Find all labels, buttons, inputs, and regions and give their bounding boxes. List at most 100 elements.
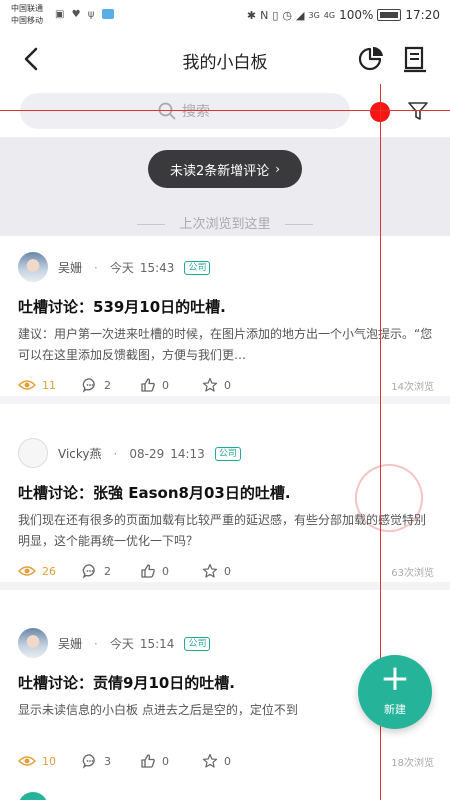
post-meta: 吴姗 · 今天 15:14 公司 bbox=[58, 635, 211, 652]
post-card[interactable]: Vicky燕 · 08-29 14:13 公司 吐槽讨论：张強 Eason8月0… bbox=[0, 422, 450, 590]
post-day: 08-29 bbox=[129, 446, 165, 461]
eye-icon bbox=[18, 566, 36, 576]
views-value: 11 bbox=[42, 378, 56, 392]
unread-pill-label: 未读2条新增评论 bbox=[169, 163, 270, 179]
views-stat: 10 bbox=[18, 755, 82, 768]
thumbs-up-icon bbox=[141, 754, 155, 768]
comment-icon bbox=[82, 378, 95, 393]
company-tag: 公司 bbox=[214, 446, 241, 461]
post-body[interactable]: 建议：用户第一次进来吐槽的时候，在图片添加的地方出一个小气泡提示。“您可以在这里… bbox=[18, 324, 434, 366]
unread-comments-button[interactable]: 未读2条新增评论 › bbox=[148, 150, 302, 188]
star-icon bbox=[202, 753, 218, 768]
clock: 17:20 bbox=[405, 8, 440, 22]
battery-icon bbox=[377, 9, 402, 21]
new-post-label: 新建 bbox=[384, 703, 406, 716]
search-input[interactable]: 搜索 bbox=[20, 93, 350, 129]
like-button[interactable]: 0 bbox=[140, 753, 202, 769]
company-tag: 公司 bbox=[184, 636, 211, 651]
signal-4g-label: 4G bbox=[323, 10, 336, 20]
star-icon bbox=[202, 563, 218, 578]
bluetooth-icon: ✱ bbox=[246, 8, 257, 22]
favorite-button[interactable]: 0 bbox=[202, 753, 262, 769]
post-card[interactable]: 吴姗 · 今天 15:43 公司 吐槽讨论：539月10日的吐槽. 建议：用户第… bbox=[0, 236, 450, 404]
carrier-2: 中国移动 bbox=[11, 16, 43, 25]
carrier-labels: 中国联通 中国移动 bbox=[11, 3, 43, 27]
nav-bar: 我的小白板 bbox=[0, 34, 450, 84]
meta-separator: · bbox=[94, 260, 98, 275]
battery-percent: 100% bbox=[339, 8, 374, 22]
notification-icons: ▣ ♥ ψ bbox=[55, 9, 114, 20]
filter-icon[interactable] bbox=[407, 100, 429, 122]
star-icon bbox=[202, 377, 218, 392]
likes-value: 0 bbox=[162, 378, 169, 392]
like-button[interactable]: 0 bbox=[140, 563, 202, 579]
favorite-button[interactable]: 0 bbox=[202, 377, 262, 393]
author-name[interactable]: Vicky燕 bbox=[58, 445, 102, 462]
comment-button[interactable]: 2 bbox=[82, 563, 140, 579]
status-bar: 中国联通 中国移动 ▣ ♥ ψ ✱ N ▯ ◷ ◢ 3G 4G 100% 17:… bbox=[0, 0, 450, 34]
comment-icon bbox=[82, 754, 95, 769]
post-day: 今天 bbox=[109, 637, 134, 651]
eye-icon bbox=[18, 380, 36, 390]
divider-line-right bbox=[284, 224, 313, 225]
view-count: 14次浏览 bbox=[391, 382, 434, 393]
comments-value: 3 bbox=[104, 754, 111, 768]
usb-icon: ψ bbox=[87, 9, 97, 20]
author-name[interactable]: 吴姗 bbox=[58, 259, 82, 276]
author-name[interactable]: 吴姗 bbox=[58, 635, 82, 652]
likes-value: 0 bbox=[162, 564, 169, 578]
signal-3g-label: 3G bbox=[308, 10, 320, 20]
comment-icon bbox=[82, 564, 95, 579]
eye-icon bbox=[18, 756, 36, 766]
views-value: 10 bbox=[42, 754, 56, 768]
company-tag: 公司 bbox=[184, 260, 211, 275]
favorite-button[interactable]: 0 bbox=[202, 563, 262, 579]
thumbs-up-icon bbox=[141, 378, 155, 392]
next-post-avatar bbox=[18, 792, 48, 800]
avatar[interactable] bbox=[18, 438, 48, 468]
unread-banner: 未读2条新增评论 › 上次浏览到这里 bbox=[0, 138, 450, 236]
meta-separator: · bbox=[94, 636, 98, 651]
avatar[interactable] bbox=[18, 252, 48, 282]
alarm-icon: ◷ bbox=[282, 8, 293, 22]
last-read-label: 上次浏览到这里 bbox=[179, 217, 271, 232]
comment-button[interactable]: 3 bbox=[82, 753, 140, 769]
post-day: 今天 bbox=[109, 261, 134, 275]
views-stat: 11 bbox=[18, 379, 82, 392]
stars-value: 0 bbox=[224, 378, 231, 392]
search-placeholder-group: 搜索 bbox=[158, 101, 210, 121]
post-stats: 10 3 0 0 18次浏览 bbox=[18, 752, 434, 770]
comment-button[interactable]: 2 bbox=[82, 377, 140, 393]
app-notification-icon bbox=[101, 9, 114, 19]
likes-value: 0 bbox=[162, 754, 169, 768]
bus-icon: ▣ bbox=[55, 9, 67, 20]
like-button[interactable]: 0 bbox=[140, 377, 202, 393]
views-value: 26 bbox=[42, 564, 56, 578]
post-title[interactable]: 吐槽讨论：贡倩9月10日的吐槽. bbox=[18, 672, 235, 693]
search-placeholder: 搜索 bbox=[182, 104, 210, 120]
last-read-divider: 上次浏览到这里 bbox=[0, 213, 450, 232]
post-meta: 吴姗 · 今天 15:43 公司 bbox=[58, 259, 211, 276]
views-stat: 26 bbox=[18, 565, 82, 578]
search-row: 搜索 bbox=[0, 84, 450, 138]
wifi-icon: ◢ bbox=[296, 8, 305, 22]
new-post-button[interactable]: + 新建 bbox=[358, 655, 432, 729]
heart-icon: ♥ bbox=[71, 9, 83, 20]
system-indicators: ✱ N ▯ ◷ ◢ 3G 4G 100% 17:20 bbox=[247, 8, 440, 22]
thumbs-up-icon bbox=[141, 564, 155, 578]
notes-icon[interactable] bbox=[400, 44, 430, 74]
meta-separator: · bbox=[113, 446, 118, 461]
comments-value: 2 bbox=[104, 378, 111, 392]
post-title[interactable]: 吐槽讨论：539月10日的吐槽. bbox=[18, 296, 226, 317]
view-count: 63次浏览 bbox=[391, 568, 434, 579]
pie-chart-icon[interactable] bbox=[356, 44, 386, 74]
search-icon bbox=[158, 102, 176, 120]
stars-value: 0 bbox=[224, 564, 231, 578]
comments-value: 2 bbox=[104, 564, 111, 578]
post-time: 15:43 bbox=[139, 260, 175, 275]
avatar[interactable] bbox=[18, 628, 48, 658]
post-title[interactable]: 吐槽讨论：张強 Eason8月03日的吐槽. bbox=[18, 482, 291, 503]
stars-value: 0 bbox=[224, 754, 231, 768]
post-body[interactable]: 我们现在还有很多的页面加载有比较严重的延迟感，有些分部加载的感觉特别明显，这个能… bbox=[18, 510, 434, 552]
post-stats: 26 2 0 0 63次浏览 bbox=[18, 562, 434, 580]
